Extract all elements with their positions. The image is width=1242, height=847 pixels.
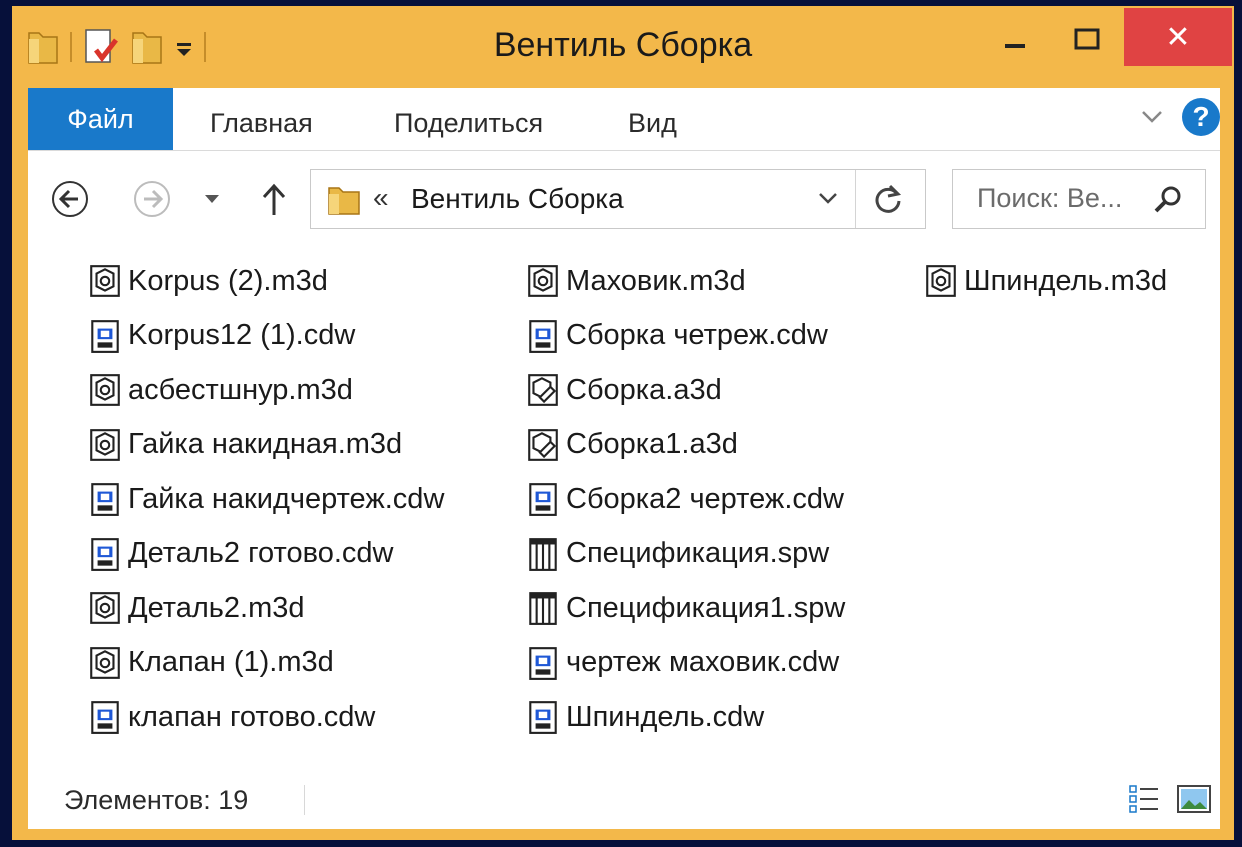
maximize-icon — [1074, 28, 1100, 50]
window-title: Вентиль Сборка — [493, 26, 753, 64]
kompas-drawing-icon — [91, 483, 119, 516]
minimize-button[interactable] — [980, 14, 1050, 66]
file-item[interactable]: Деталь2.m3d — [88, 588, 305, 628]
kompas-drawing-icon — [529, 646, 557, 680]
file-name: Спецификация1.spw — [566, 591, 846, 624]
title-bar[interactable]: Вентиль Сборка ✕ — [12, 6, 1234, 88]
breadcrumb-current[interactable]: Вентиль Сборка — [411, 183, 624, 215]
explorer-window: Вентиль Сборка ✕ Файл Главная Поделиться… — [12, 6, 1234, 840]
tab-view[interactable]: Вид — [628, 88, 677, 150]
file-item[interactable]: Сборка2 чертеж.cdw — [526, 479, 844, 519]
tab-home[interactable]: Главная — [210, 88, 313, 150]
kompas-part-icon — [90, 592, 120, 624]
kompas-drawing-icon — [91, 701, 119, 734]
status-divider — [304, 785, 305, 815]
file-name: Деталь2 готово.cdw — [128, 537, 394, 569]
status-bar: Элементов: 19 — [28, 771, 1220, 829]
kompas-drawing-icon — [91, 319, 119, 353]
file-name: Шпиндель.m3d — [964, 264, 1168, 297]
file-item[interactable]: Спецификация1.spw — [526, 588, 845, 628]
forward-icon[interactable] — [132, 179, 172, 219]
file-item[interactable]: Сборка.a3d — [526, 370, 722, 410]
tab-share[interactable]: Поделиться — [394, 88, 543, 150]
chevron-down-icon[interactable] — [817, 190, 839, 206]
file-name: Гайка накидчертеж.cdw — [128, 482, 445, 515]
details-view-icon[interactable] — [1128, 783, 1162, 817]
kompas-spec-icon — [529, 592, 557, 625]
ribbon-tabs: Файл Главная Поделиться Вид ? — [28, 88, 1220, 151]
file-name: Маховик.m3d — [566, 264, 746, 297]
file-name: клапан готово.cdw — [128, 700, 376, 733]
kompas-part-icon — [90, 374, 120, 406]
breadcrumb-overflow[interactable]: « — [373, 182, 389, 214]
search-icon[interactable] — [1153, 184, 1183, 214]
close-icon: ✕ — [1165, 20, 1191, 54]
address-bar[interactable]: « Вентиль Сборка — [310, 169, 926, 229]
recent-locations-icon[interactable] — [204, 193, 220, 205]
expand-ribbon-icon[interactable] — [1140, 106, 1164, 126]
file-item[interactable]: Korpus12 (1).cdw — [88, 316, 355, 356]
file-name: Сборка1.a3d — [566, 428, 738, 460]
file-name: Сборка.a3d — [566, 373, 722, 406]
back-icon[interactable] — [50, 179, 90, 219]
refresh-icon[interactable] — [871, 182, 905, 216]
item-count: Элементов: 19 — [64, 785, 249, 815]
large-icons-view-icon[interactable] — [1176, 781, 1212, 817]
file-item[interactable]: Маховик.m3d — [526, 261, 746, 301]
close-button[interactable]: ✕ — [1124, 8, 1232, 66]
address-divider — [855, 170, 856, 228]
kompas-drawing-icon — [91, 537, 119, 571]
file-name: Шпиндель.cdw — [566, 700, 765, 733]
file-name: асбестшнур.m3d — [128, 373, 353, 406]
help-icon[interactable]: ? — [1182, 98, 1220, 136]
search-input[interactable]: Поиск: Ве... — [977, 183, 1122, 214]
file-name: Korpus (2).m3d — [128, 264, 328, 297]
kompas-part-icon — [926, 265, 956, 297]
folder-icon — [328, 187, 360, 215]
file-item[interactable]: Гайка накидная.m3d — [88, 425, 402, 465]
file-name: чертеж маховик.cdw — [566, 646, 840, 678]
file-list: Korpus (2).m3d Korpus12 (1).cdw асбестшнур… — [28, 261, 1220, 761]
kompas-part-icon — [528, 265, 558, 297]
file-item[interactable]: Сборка1.a3d — [526, 425, 738, 465]
file-name: Korpus12 (1).cdw — [128, 319, 356, 351]
file-item[interactable]: Деталь2 готово.cdw — [88, 534, 393, 574]
file-name: Деталь2.m3d — [128, 591, 305, 624]
file-item[interactable]: Гайка накидчертеж.cdw — [88, 479, 444, 519]
file-item[interactable]: Шпиндель.m3d — [924, 261, 1167, 301]
kompas-assembly-icon — [528, 428, 558, 461]
file-item[interactable]: Спецификация.spw — [526, 534, 829, 574]
file-name: Сборка2 чертеж.cdw — [566, 482, 844, 515]
kompas-assembly-icon — [528, 374, 558, 406]
search-box[interactable]: Поиск: Ве... — [952, 169, 1206, 229]
file-item[interactable]: клапан готово.cdw — [88, 697, 375, 737]
minimize-icon — [1005, 44, 1025, 48]
kompas-spec-icon — [529, 537, 557, 571]
file-item[interactable]: Клапан (1).m3d — [88, 643, 334, 683]
kompas-drawing-icon — [529, 701, 557, 734]
navigation-bar: « Вентиль Сборка Поиск: Ве... — [28, 169, 1220, 231]
file-name: Гайка накидная.m3d — [128, 428, 403, 460]
up-arrow-icon[interactable] — [260, 181, 288, 217]
file-item[interactable]: Шпиндель.cdw — [526, 697, 764, 737]
file-name: Клапан (1).m3d — [128, 646, 334, 678]
file-name: Спецификация.spw — [566, 537, 830, 569]
tab-file[interactable]: Файл — [28, 88, 173, 150]
kompas-drawing-icon — [529, 483, 557, 516]
kompas-part-icon — [90, 646, 120, 679]
file-item[interactable]: чертеж маховик.cdw — [526, 643, 839, 683]
file-name: Сборка четреж.cdw — [566, 319, 828, 351]
kompas-part-icon — [90, 428, 120, 461]
file-item[interactable]: Сборка четреж.cdw — [526, 316, 828, 356]
file-item[interactable]: Korpus (2).m3d — [88, 261, 328, 301]
kompas-part-icon — [90, 265, 120, 297]
explorer-content: « Вентиль Сборка Поиск: Ве... Korpus (2)… — [28, 151, 1220, 829]
file-item[interactable]: асбестшнур.m3d — [88, 370, 353, 410]
kompas-drawing-icon — [529, 319, 557, 353]
maximize-button[interactable] — [1052, 14, 1122, 66]
